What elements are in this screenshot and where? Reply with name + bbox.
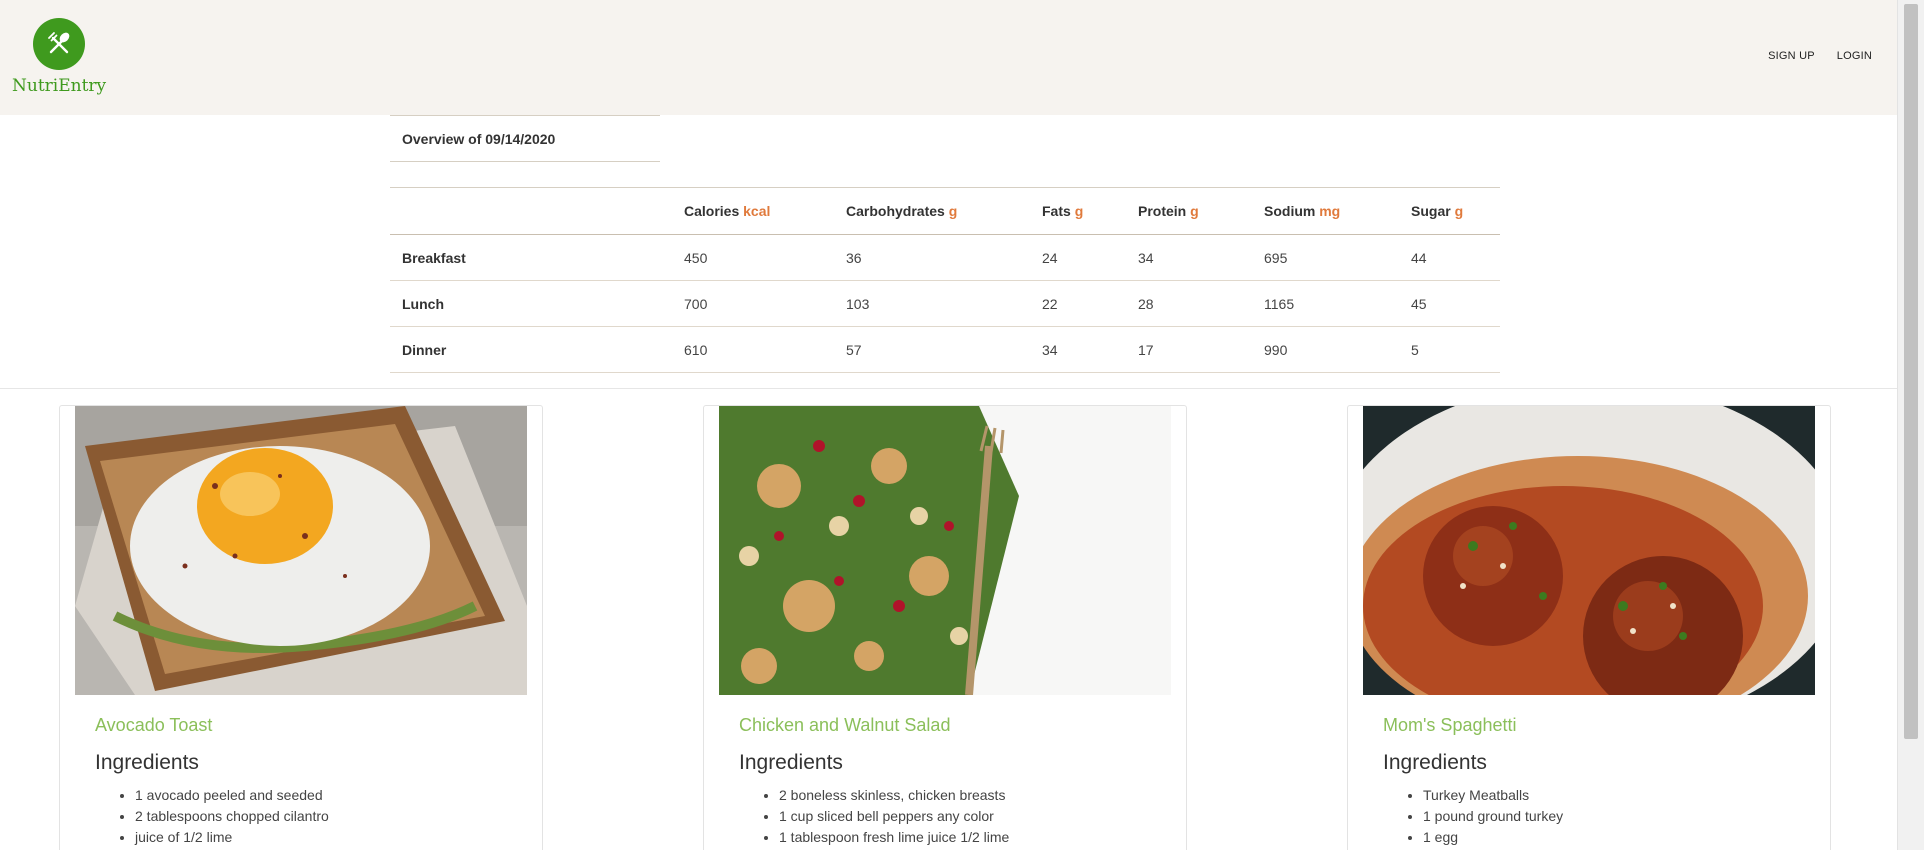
meal-name: Lunch: [390, 280, 672, 327]
recipe-card-moms-spaghetti[interactable]: Mom's Spaghetti Ingredients Turkey Meatb…: [1347, 405, 1831, 850]
list-item: Turkey Meatballs: [1423, 785, 1563, 806]
table-cell: 17: [1126, 326, 1252, 373]
list-item: 1 pound ground turkey: [1423, 806, 1563, 827]
table-cell: 34: [1030, 326, 1126, 373]
table-cell: 610: [672, 326, 834, 373]
ingredients-heading: Ingredients: [1383, 751, 1487, 774]
list-item: juice of 1/2 lime: [135, 827, 329, 848]
table-cell: 36: [834, 234, 1030, 281]
recipe-title[interactable]: Chicken and Walnut Salad: [739, 715, 950, 736]
table-cell: 24: [1030, 234, 1126, 281]
list-item: 2 boneless skinless, chicken breasts: [779, 785, 1009, 806]
table-row-dinner: Dinner 610 57 34 17 990 5: [390, 326, 1500, 373]
column-unit: g: [1074, 203, 1084, 219]
fork-spoon-icon: [33, 18, 85, 70]
table-cell: 28: [1126, 280, 1252, 327]
meal-column-header: [390, 187, 672, 235]
table-cell: 990: [1252, 326, 1399, 373]
recipe-card-chicken-walnut-salad[interactable]: Chicken and Walnut Salad Ingredients 2 b…: [703, 405, 1187, 850]
column-name: Fats: [1042, 203, 1071, 219]
list-item: 1 avocado peeled and seeded: [135, 785, 329, 806]
ingredients-heading: Ingredients: [95, 751, 199, 774]
ingredients-list: 2 boneless skinless, chicken breasts 1 c…: [779, 785, 1009, 848]
table-row-lunch: Lunch 700 103 22 28 1165 45: [390, 280, 1500, 327]
column-name: Carbohydrates: [846, 203, 945, 219]
column-unit: g: [948, 203, 958, 219]
recipe-image-chicken-walnut-salad: [719, 406, 1171, 695]
column-name: Calories: [684, 203, 740, 219]
table-cell: 700: [672, 280, 834, 327]
table-cell: 695: [1252, 234, 1399, 281]
recipe-title[interactable]: Mom's Spaghetti: [1383, 715, 1517, 736]
column-name: Protein: [1138, 203, 1187, 219]
list-item: 1 cup sliced bell peppers any color: [779, 806, 1009, 827]
ingredients-list: Turkey Meatballs 1 pound ground turkey 1…: [1423, 785, 1563, 848]
recipe-image-avocado-toast: [75, 406, 527, 695]
table-cell: 57: [834, 326, 1030, 373]
column-header-fats: Fats g: [1030, 187, 1126, 235]
table-cell: 450: [672, 234, 834, 281]
login-link[interactable]: LOGIN: [1837, 50, 1872, 62]
column-header-sodium: Sodium mg: [1252, 187, 1399, 235]
meal-name: Breakfast: [390, 234, 672, 281]
ingredients-heading: Ingredients: [739, 751, 843, 774]
meal-name: Dinner: [390, 326, 672, 373]
header: NutriEntry SIGN UP LOGIN: [0, 0, 1897, 115]
vertical-scrollbar[interactable]: [1897, 0, 1924, 850]
column-unit: kcal: [743, 203, 771, 219]
list-item: 1 egg: [1423, 827, 1563, 848]
section-divider: [0, 388, 1897, 389]
table-cell: 103: [834, 280, 1030, 327]
column-header-protein: Protein g: [1126, 187, 1252, 235]
table-cell: 45: [1399, 280, 1500, 327]
column-unit: g: [1190, 203, 1199, 219]
nutrition-table: Calories kcal Carbohydrates g Fats g Pro…: [390, 187, 1500, 373]
table-cell: 1165: [1252, 280, 1399, 327]
logo[interactable]: NutriEntry: [12, 18, 106, 96]
list-item: 2 tablespoons chopped cilantro: [135, 806, 329, 827]
table-cell: 5: [1399, 326, 1500, 373]
recipe-card-avocado-toast[interactable]: Avocado Toast Ingredients 1 avocado peel…: [59, 405, 543, 850]
column-name: Sodium: [1264, 203, 1316, 219]
table-cell: 34: [1126, 234, 1252, 281]
column-unit: mg: [1319, 203, 1341, 219]
ingredients-list: 1 avocado peeled and seeded 2 tablespoon…: [135, 785, 329, 848]
sign-up-link[interactable]: SIGN UP: [1768, 50, 1815, 62]
column-name: Sugar: [1411, 203, 1451, 219]
list-item: 1 tablespoon fresh lime juice 1/2 lime: [779, 827, 1009, 848]
column-header-sugar: Sugar g: [1399, 187, 1500, 235]
top-nav: SIGN UP LOGIN: [1768, 50, 1872, 62]
column-header-carbohydrates: Carbohydrates g: [834, 187, 1030, 235]
brand-name: NutriEntry: [12, 76, 107, 96]
table-header-row: Calories kcal Carbohydrates g Fats g Pro…: [390, 187, 1500, 235]
overview-title: Overview of 09/14/2020: [390, 115, 660, 162]
column-unit: g: [1454, 203, 1464, 219]
table-cell: 22: [1030, 280, 1126, 327]
table-cell: 44: [1399, 234, 1500, 281]
scrollbar-thumb[interactable]: [1904, 4, 1918, 739]
column-header-calories: Calories kcal: [672, 187, 834, 235]
recipe-image-moms-spaghetti: [1363, 406, 1815, 695]
recipe-title[interactable]: Avocado Toast: [95, 715, 212, 736]
table-row-breakfast: Breakfast 450 36 24 34 695 44: [390, 234, 1500, 281]
